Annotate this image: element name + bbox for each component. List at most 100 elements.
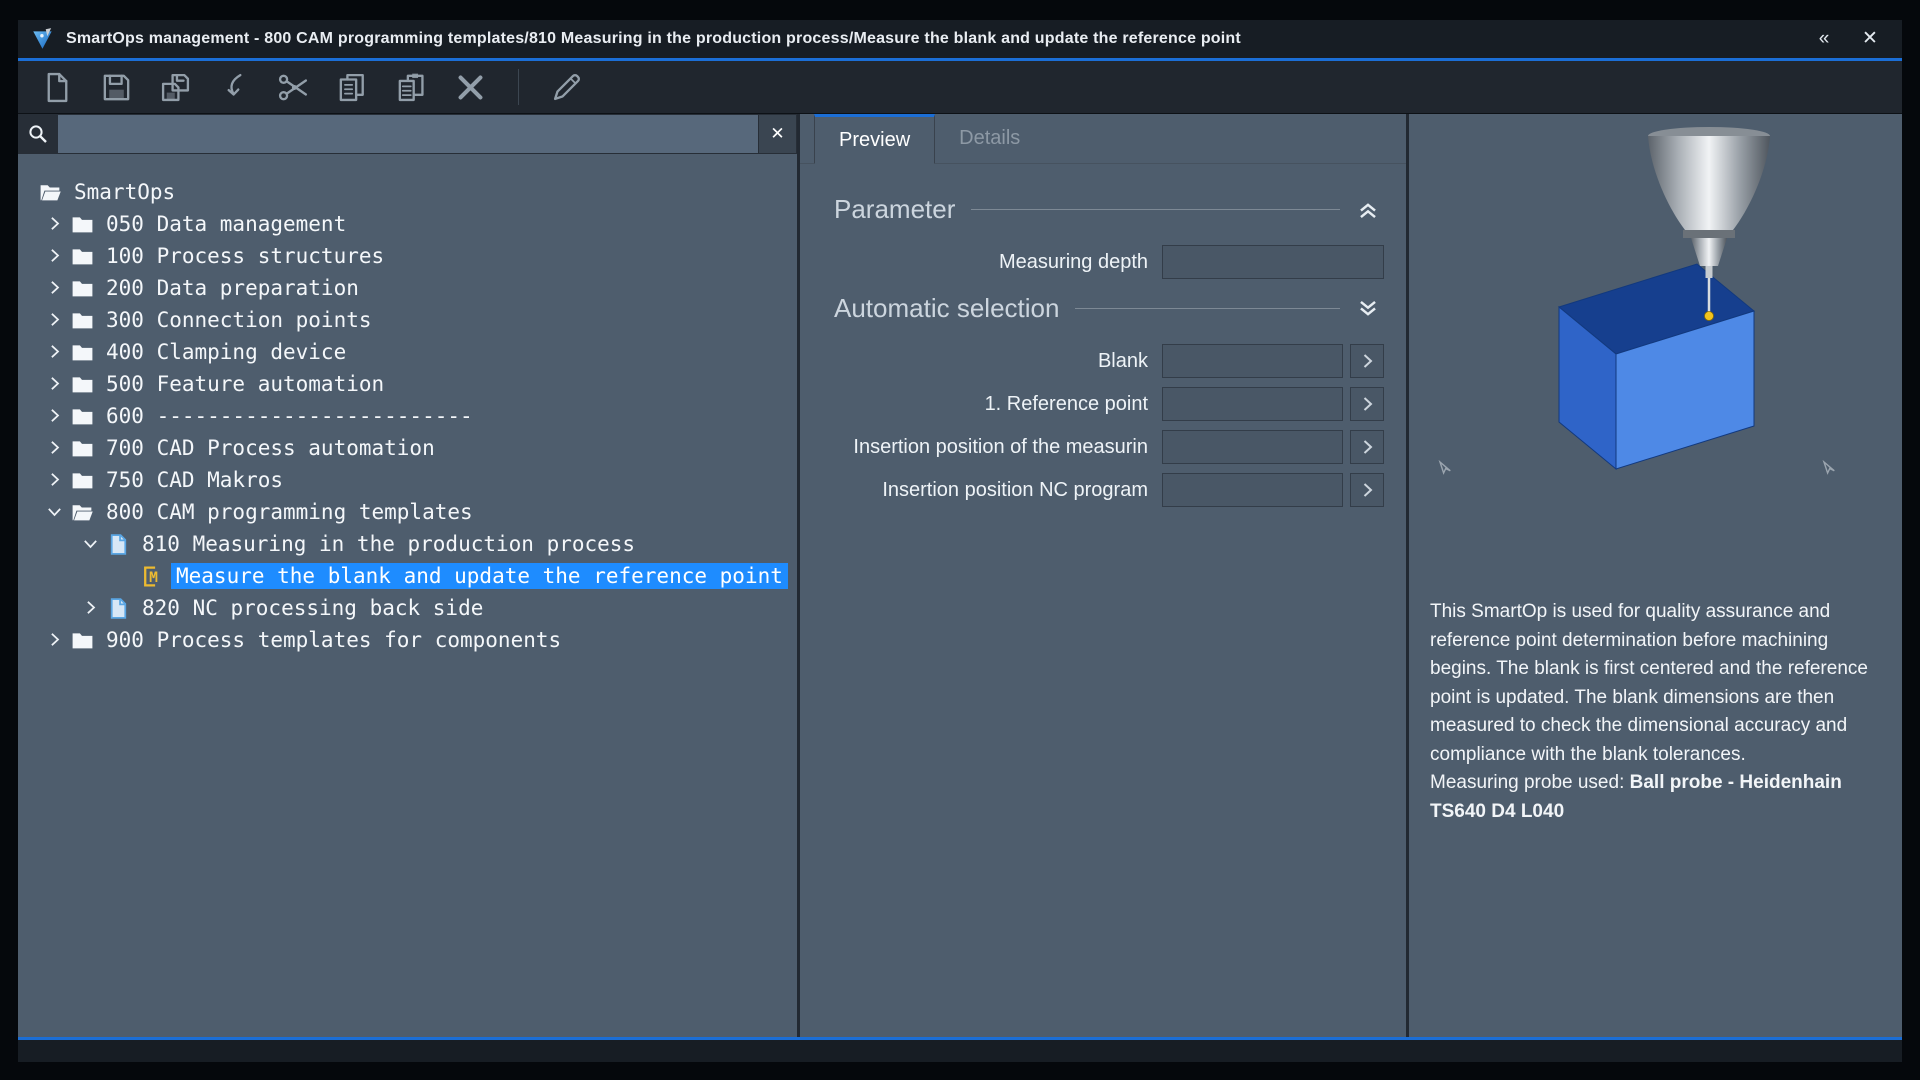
section-parameter: Parameter Measuring depth	[834, 194, 1384, 279]
tree-item[interactable]: 400 Clamping device	[30, 336, 791, 368]
folder-icon	[70, 404, 96, 429]
parameter-form: Parameter Measuring depth Automatic select…	[800, 164, 1406, 516]
smartop-description: This SmartOp is used for quality assuran…	[1409, 584, 1902, 826]
edit-icon	[549, 70, 584, 105]
search-input[interactable]	[58, 114, 759, 154]
preview-panel: This SmartOp is used for quality assuran…	[1409, 114, 1902, 1037]
form-row: 1. Reference point	[834, 387, 1384, 421]
save-all-icon	[158, 70, 193, 105]
save-button[interactable]	[99, 70, 134, 105]
folder-icon	[70, 628, 96, 653]
blank-input[interactable]	[1162, 344, 1343, 378]
tree-item-label: 810 Measuring in the production process	[137, 531, 640, 557]
blank-picker-button[interactable]	[1350, 344, 1384, 378]
delete-button[interactable]	[453, 70, 488, 105]
new-document-button[interactable]	[40, 70, 75, 105]
tree-item[interactable]: 500 Feature automation	[30, 368, 791, 400]
tree-item[interactable]: 810 Measuring in the production process	[30, 528, 791, 560]
tree-item-label: SmartOps	[69, 179, 180, 205]
chevron-right-icon[interactable]	[44, 469, 70, 491]
double-chevron-down-icon	[1355, 296, 1381, 322]
copy-button[interactable]	[335, 70, 370, 105]
chevron-down-icon[interactable]	[80, 533, 106, 555]
form-row: Insertion position NC program	[834, 473, 1384, 507]
insertion-position-of-the-measurin-input[interactable]	[1162, 430, 1343, 464]
edit-button[interactable]	[549, 70, 584, 105]
close-button[interactable]: ✕	[1852, 24, 1888, 54]
field-controls	[1162, 344, 1384, 378]
field-controls	[1162, 473, 1384, 507]
chevron-right-icon[interactable]	[44, 245, 70, 267]
tree-item[interactable]: 050 Data management	[30, 208, 791, 240]
insertion-position-nc-program-label: Insertion position NC program	[834, 479, 1148, 502]
chevron-right-icon[interactable]	[44, 341, 70, 363]
tree-item-label: 820 NC processing back side	[137, 595, 488, 621]
folder-icon	[70, 340, 96, 365]
tree-item-label: 050 Data management	[101, 211, 351, 237]
1-reference-point-picker-button[interactable]	[1350, 387, 1384, 421]
cut-button[interactable]	[276, 70, 311, 105]
chevron-right-icon[interactable]	[44, 373, 70, 395]
1-reference-point-label: 1. Reference point	[834, 393, 1148, 416]
section-collapse-button[interactable]	[1352, 195, 1384, 225]
app-logo-icon	[30, 26, 56, 52]
chevron-right-icon[interactable]	[44, 629, 70, 651]
chevron-right-icon	[1355, 435, 1379, 459]
folder-icon	[70, 468, 96, 493]
tree-item[interactable]: 900 Process templates for components	[30, 624, 791, 656]
main-content: ✕ SmartOps 050 Data management 100 Process…	[18, 114, 1902, 1037]
field-controls	[1162, 430, 1384, 464]
measuring-depth-label: Measuring depth	[834, 251, 1148, 274]
tree-item[interactable]: 300 Connection points	[30, 304, 791, 336]
chevron-down-icon[interactable]	[44, 501, 70, 523]
tree-item[interactable]: 820 NC processing back side	[30, 592, 791, 624]
probe-cube-preview-image	[1409, 114, 1896, 584]
tree-item[interactable]: 100 Process structures	[30, 240, 791, 272]
blank-label: Blank	[834, 350, 1148, 373]
tab-bar: PreviewDetails	[800, 114, 1406, 164]
tree-item[interactable]: 600 -------------------------	[30, 400, 791, 432]
save-all-button[interactable]	[158, 70, 193, 105]
chevron-right-icon[interactable]	[44, 437, 70, 459]
tab-preview[interactable]: Preview	[814, 114, 935, 164]
clear-search-button[interactable]: ✕	[759, 114, 797, 154]
window-title: SmartOps management - 800 CAM programmin…	[66, 30, 1796, 48]
tree-item-label: 400 Clamping device	[101, 339, 351, 365]
tree-item-label: Measure the blank and update the referen…	[171, 563, 788, 589]
revert-button[interactable]	[217, 70, 252, 105]
tree-panel: ✕ SmartOps 050 Data management 100 Process…	[18, 114, 800, 1037]
form-row: Measuring depth	[834, 245, 1384, 279]
tree-item[interactable]: M Measure the blank and update the refere…	[30, 560, 791, 592]
insertion-position-of-the-measurin-picker-button[interactable]	[1350, 430, 1384, 464]
paste-button[interactable]	[394, 70, 429, 105]
section-title: Parameter	[834, 194, 955, 225]
section-automatic-selection: Automatic selectionBlank1. Reference poi…	[834, 293, 1384, 507]
folder-icon	[70, 372, 96, 397]
folder-icon	[70, 212, 96, 237]
chevron-right-icon[interactable]	[44, 405, 70, 427]
chevron-right-icon[interactable]	[44, 309, 70, 331]
chevron-right-icon[interactable]	[80, 597, 106, 619]
chevron-right-icon	[1355, 392, 1379, 416]
tree-item-label: 800 CAM programming templates	[101, 499, 478, 525]
tree-item[interactable]: 700 CAD Process automation	[30, 432, 791, 464]
1-reference-point-input[interactable]	[1162, 387, 1343, 421]
chevron-right-icon[interactable]	[44, 277, 70, 299]
tree-item[interactable]: SmartOps	[30, 176, 791, 208]
insertion-position-nc-program-input[interactable]	[1162, 473, 1343, 507]
new-document-icon	[40, 70, 75, 105]
tree-item[interactable]: 200 Data preparation	[30, 272, 791, 304]
tree-item[interactable]: 800 CAM programming templates	[30, 496, 791, 528]
insertion-position-nc-program-picker-button[interactable]	[1350, 473, 1384, 507]
search-button[interactable]	[18, 114, 58, 154]
collapse-window-button[interactable]: «	[1806, 24, 1842, 54]
tree-item-label: 300 Connection points	[101, 307, 377, 333]
svg-text:M: M	[149, 569, 158, 586]
folder-icon	[70, 436, 96, 461]
measuring-depth-input[interactable]	[1162, 245, 1384, 279]
section-collapse-button[interactable]	[1352, 294, 1384, 324]
tab-details[interactable]: Details	[935, 114, 1044, 163]
chevron-right-icon[interactable]	[44, 213, 70, 235]
tree-item-label: 700 CAD Process automation	[101, 435, 440, 461]
tree-item[interactable]: 750 CAD Makros	[30, 464, 791, 496]
